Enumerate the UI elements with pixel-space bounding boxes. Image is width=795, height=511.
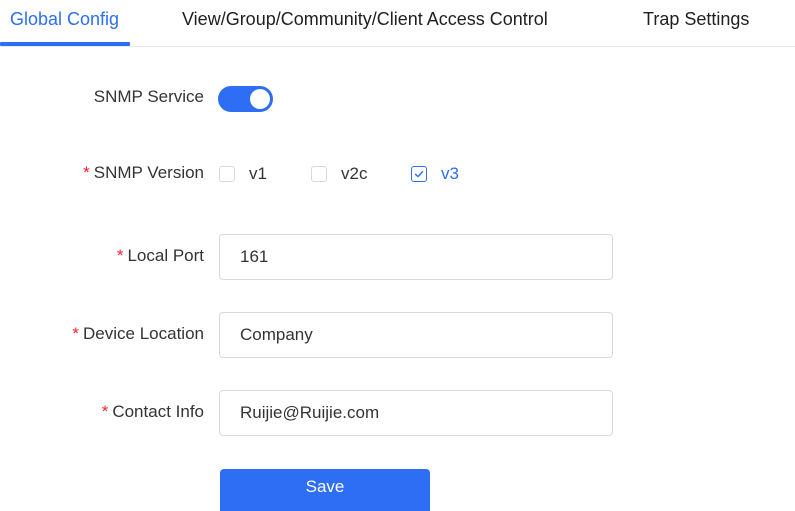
version-v1-checkbox[interactable]: v1 [219,163,267,185]
snmp-settings-page: Global Config View/Group/Community/Clien… [0,0,795,511]
checkbox-box[interactable] [311,166,327,182]
active-tab-indicator [0,42,130,46]
checkbox-box[interactable] [219,166,235,182]
required-asterisk: * [72,324,80,343]
required-asterisk: * [101,402,109,421]
contact-info-label: * Contact Info [101,402,204,421]
snmp-service-toggle[interactable] [218,86,273,112]
contact-info-input[interactable] [219,390,613,436]
checkbox-label: v3 [441,164,459,183]
required-asterisk: * [116,246,124,265]
local-port-label: * Local Port [116,246,204,265]
save-button[interactable]: Save [220,469,430,511]
tab-trap-settings[interactable]: Trap Settings [643,9,749,30]
checkbox-label: v1 [249,164,267,183]
device-location-input[interactable] [219,312,613,358]
tab-global-config[interactable]: Global Config [10,9,119,30]
snmp-service-label: SNMP Service [93,87,204,106]
tab-bar: Global Config View/Group/Community/Clien… [0,0,795,47]
version-v3-checkbox[interactable]: v3 [411,163,459,185]
tab-access-control[interactable]: View/Group/Community/Client Access Contr… [182,9,548,30]
checkmark-icon [414,170,424,178]
device-location-label: * Device Location [72,324,204,343]
checkbox-label: v2c [341,164,368,183]
checkbox-box-checked[interactable] [411,166,427,182]
snmp-version-label: * SNMP Version [83,163,204,182]
toggle-knob [250,89,270,109]
required-asterisk: * [83,163,90,182]
local-port-input[interactable] [219,234,613,280]
version-v2c-checkbox[interactable]: v2c [311,163,367,185]
